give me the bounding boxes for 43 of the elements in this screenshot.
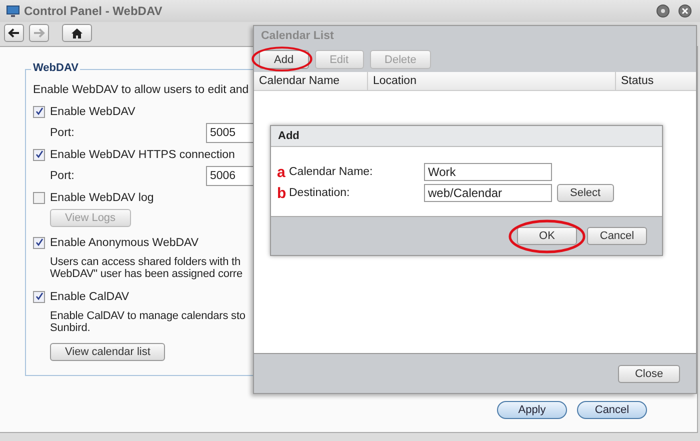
checkbox-label: Enable WebDAV HTTPS connection [50, 148, 235, 160]
description-text: Enable WebDAV to allow users to edit and [33, 84, 250, 96]
view-button[interactable]: View calendar list [50, 343, 166, 361]
monitor-icon [6, 4, 20, 18]
right-arrow-icon [33, 28, 45, 38]
dialog-title: Calendar List [260, 29, 335, 44]
checkbox-label: Enable WebDAV [50, 106, 136, 118]
checkbox[interactable] [33, 106, 45, 118]
group-legend: WebDAV [31, 62, 80, 74]
checkbox[interactable] [33, 290, 45, 302]
input-field[interactable]: Work [424, 163, 552, 181]
home-icon [71, 28, 83, 38]
window-title: Control Panel - WebDAV [24, 4, 162, 18]
note-text: Enable CalDAV to manage calendars sto Sunbird. [49, 309, 246, 336]
checkbox-label: Enable WebDAV log [50, 192, 154, 204]
column-header[interactable]: Status [616, 72, 696, 90]
input-field[interactable]: web/Calendar [424, 184, 552, 202]
checkbox[interactable] [33, 192, 45, 204]
close-icon[interactable] [678, 4, 692, 18]
dialog-title: Add [271, 126, 662, 147]
step-marker: b [277, 184, 288, 202]
close-button[interactable]: Close [618, 364, 680, 382]
port-label: Port: [50, 170, 76, 182]
ok-button[interactable]: OK [517, 227, 577, 245]
checkbox[interactable] [33, 148, 45, 160]
checkbox-label: Enable Anonymous WebDAV [50, 236, 199, 248]
cancel-button[interactable]: Cancel [587, 227, 647, 245]
field-label: Calendar Name: [289, 166, 374, 178]
home-button[interactable] [62, 24, 92, 42]
column-header[interactable]: Location [368, 72, 616, 90]
column-header[interactable]: Calendar Name [254, 72, 368, 90]
note-text: Users can access shared folders with th WebDAV" user has been assigned corre [49, 255, 244, 282]
field-label: Destination: [289, 187, 351, 199]
cancel-button[interactable]: Cancel [577, 401, 647, 419]
select-button[interactable]: Select [557, 184, 614, 202]
apply-button[interactable]: Apply [497, 401, 567, 419]
checkbox-label: Enable CalDAV [50, 290, 130, 302]
step-marker: a [277, 164, 286, 180]
left-arrow-icon [8, 28, 20, 38]
add-button[interactable]: Add [259, 50, 309, 69]
back-button[interactable] [4, 24, 24, 42]
port-label: Port: [50, 127, 76, 139]
checkbox[interactable] [33, 236, 45, 248]
